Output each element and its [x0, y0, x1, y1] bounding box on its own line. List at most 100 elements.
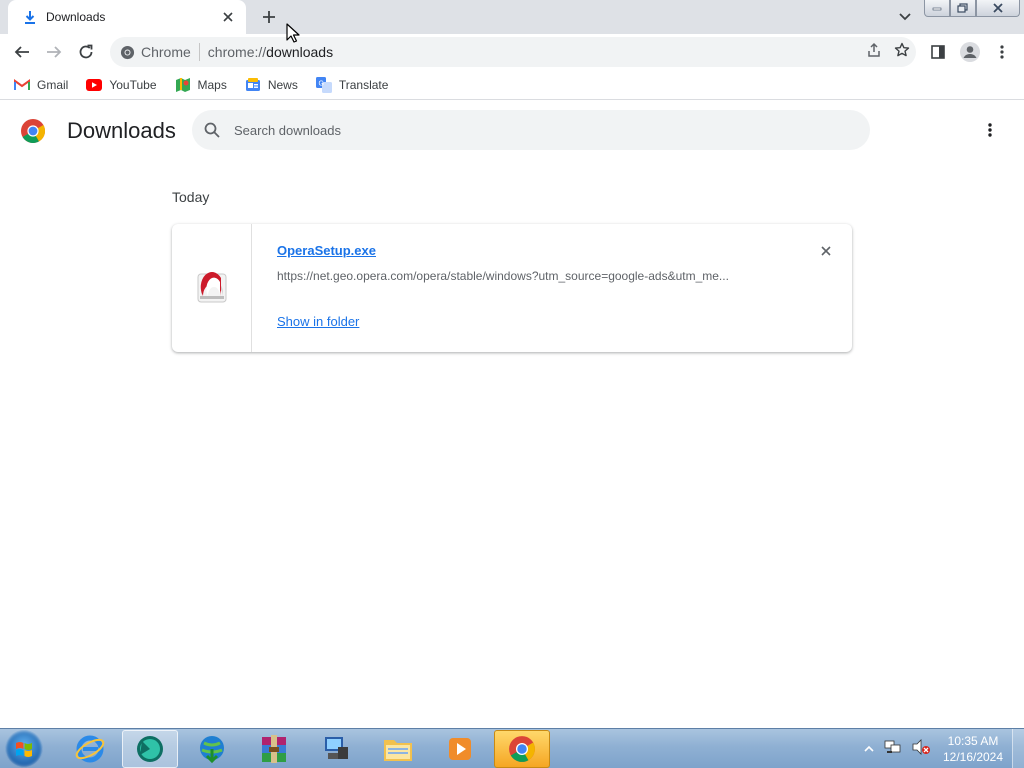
restore-icon	[957, 3, 968, 13]
windows-taskbar: 10:35 AM 12/16/2024	[0, 728, 1024, 768]
downloads-header: Downloads	[0, 101, 1024, 159]
tab-strip: Downloads	[0, 0, 1024, 34]
address-bar[interactable]: Chrome chrome://downloads	[110, 37, 916, 67]
chevron-down-icon	[899, 13, 911, 21]
minimize-button[interactable]	[924, 0, 950, 17]
date-section-label: Today	[172, 189, 210, 205]
arrow-right-icon	[47, 46, 62, 58]
youtube-icon	[86, 78, 103, 91]
chrome-icon	[120, 45, 135, 59]
computer-network-icon	[325, 737, 348, 759]
bookmark-label: Translate	[338, 77, 389, 92]
close-icon	[821, 246, 831, 256]
taskbar-file-explorer[interactable]	[370, 730, 426, 768]
volume-button[interactable]	[912, 738, 930, 760]
reload-icon	[79, 44, 93, 59]
show-hidden-icons-button[interactable]	[864, 740, 874, 758]
network-icon	[884, 740, 901, 753]
system-tray	[864, 729, 930, 768]
reload-button[interactable]	[72, 38, 100, 66]
internet-explorer-icon	[75, 735, 105, 763]
restore-button[interactable]	[950, 0, 976, 17]
search-box[interactable]	[192, 110, 870, 150]
tab-search-button[interactable]	[895, 8, 915, 26]
bookmark-gmail[interactable]: Gmail	[12, 72, 76, 98]
opera-installer-icon	[197, 272, 226, 303]
gmail-icon	[14, 78, 30, 90]
windows-logo-icon	[16, 742, 32, 757]
media-app-icon	[137, 736, 163, 762]
bookmark-label: Maps	[197, 77, 227, 92]
close-window-button[interactable]	[976, 0, 1020, 17]
taskbar-media-player[interactable]	[432, 730, 488, 768]
omnibox-actions	[866, 37, 910, 67]
taskbar-clock[interactable]: 10:35 AM 12/16/2024	[936, 733, 1010, 765]
bookmark-news[interactable]: News	[243, 72, 306, 98]
remove-download-button[interactable]	[816, 241, 836, 261]
side-panel-button[interactable]	[924, 38, 952, 66]
profile-button[interactable]	[956, 38, 984, 66]
arrow-left-icon	[14, 46, 29, 58]
bookmark-label: YouTube	[109, 77, 157, 92]
network-status-button[interactable]	[884, 739, 902, 760]
taskbar-network-app[interactable]	[308, 730, 364, 768]
taskbar-chrome[interactable]	[494, 730, 550, 768]
download-item-card: OperaSetup.exe https://net.geo.opera.com…	[172, 224, 852, 352]
tab-close-button[interactable]	[220, 9, 236, 25]
browser-toolbar: Chrome chrome://downloads	[0, 34, 1024, 70]
speaker-muted-icon	[912, 738, 930, 755]
bookmark-translate[interactable]: G Translate	[314, 72, 397, 98]
bookmark-youtube[interactable]: YouTube	[84, 72, 164, 98]
show-desktop-button[interactable]	[1012, 729, 1024, 768]
download-icon	[22, 9, 38, 25]
minimize-icon	[932, 7, 942, 11]
taskbar-winrar[interactable]	[246, 730, 302, 768]
star-icon	[894, 42, 910, 56]
bookmark-label: Gmail	[37, 77, 69, 92]
close-icon	[993, 3, 1003, 13]
url-text: chrome://downloads	[208, 44, 333, 60]
winrar-icon	[262, 735, 286, 763]
site-chip-label: Chrome	[141, 44, 191, 60]
file-icon-column	[172, 224, 252, 352]
new-tab-button[interactable]	[256, 5, 282, 29]
downloads-menu-button[interactable]	[978, 118, 1002, 142]
taskbar-internet-explorer[interactable]	[62, 730, 118, 768]
news-icon	[245, 77, 260, 91]
site-chip[interactable]: Chrome	[120, 43, 200, 61]
side-panel-icon	[931, 45, 945, 59]
svg-text:G: G	[318, 80, 323, 87]
search-input[interactable]	[234, 122, 834, 138]
clock-date: 12/16/2024	[942, 750, 1004, 764]
show-in-folder-link[interactable]: Show in folder	[277, 314, 359, 329]
share-button[interactable]	[866, 42, 882, 63]
taskbar-media-app[interactable]	[122, 730, 178, 768]
chrome-logo-icon	[20, 118, 46, 149]
tab-title: Downloads	[46, 10, 106, 24]
forward-button[interactable]	[40, 38, 68, 66]
chrome-menu-button[interactable]	[988, 38, 1016, 66]
file-name-link[interactable]: OperaSetup.exe	[277, 243, 376, 258]
translate-icon: G	[315, 76, 332, 93]
bookmark-maps[interactable]: Maps	[173, 72, 235, 98]
window-controls	[924, 0, 1020, 18]
bookmark-star-button[interactable]	[894, 42, 910, 63]
close-icon	[223, 12, 233, 22]
more-vert-icon	[1000, 45, 1004, 59]
mouse-cursor-icon	[286, 23, 300, 48]
file-source-url: https://net.geo.opera.com/opera/stable/w…	[277, 269, 729, 283]
chrome-icon	[509, 736, 535, 762]
bookmarks-bar: Gmail YouTube Maps News G Translate	[0, 70, 1024, 100]
globe-download-icon	[200, 736, 224, 764]
play-media-icon	[449, 738, 471, 760]
plus-icon	[263, 11, 275, 23]
clock-time: 10:35 AM	[947, 734, 999, 748]
url-scheme: chrome://	[207, 44, 267, 60]
back-button[interactable]	[8, 38, 36, 66]
tab-downloads[interactable]: Downloads	[8, 0, 246, 34]
share-icon	[868, 42, 880, 57]
avatar-icon	[960, 42, 980, 62]
start-button[interactable]	[5, 730, 43, 768]
bookmark-label: News	[267, 77, 298, 92]
taskbar-download-manager[interactable]	[184, 730, 240, 768]
